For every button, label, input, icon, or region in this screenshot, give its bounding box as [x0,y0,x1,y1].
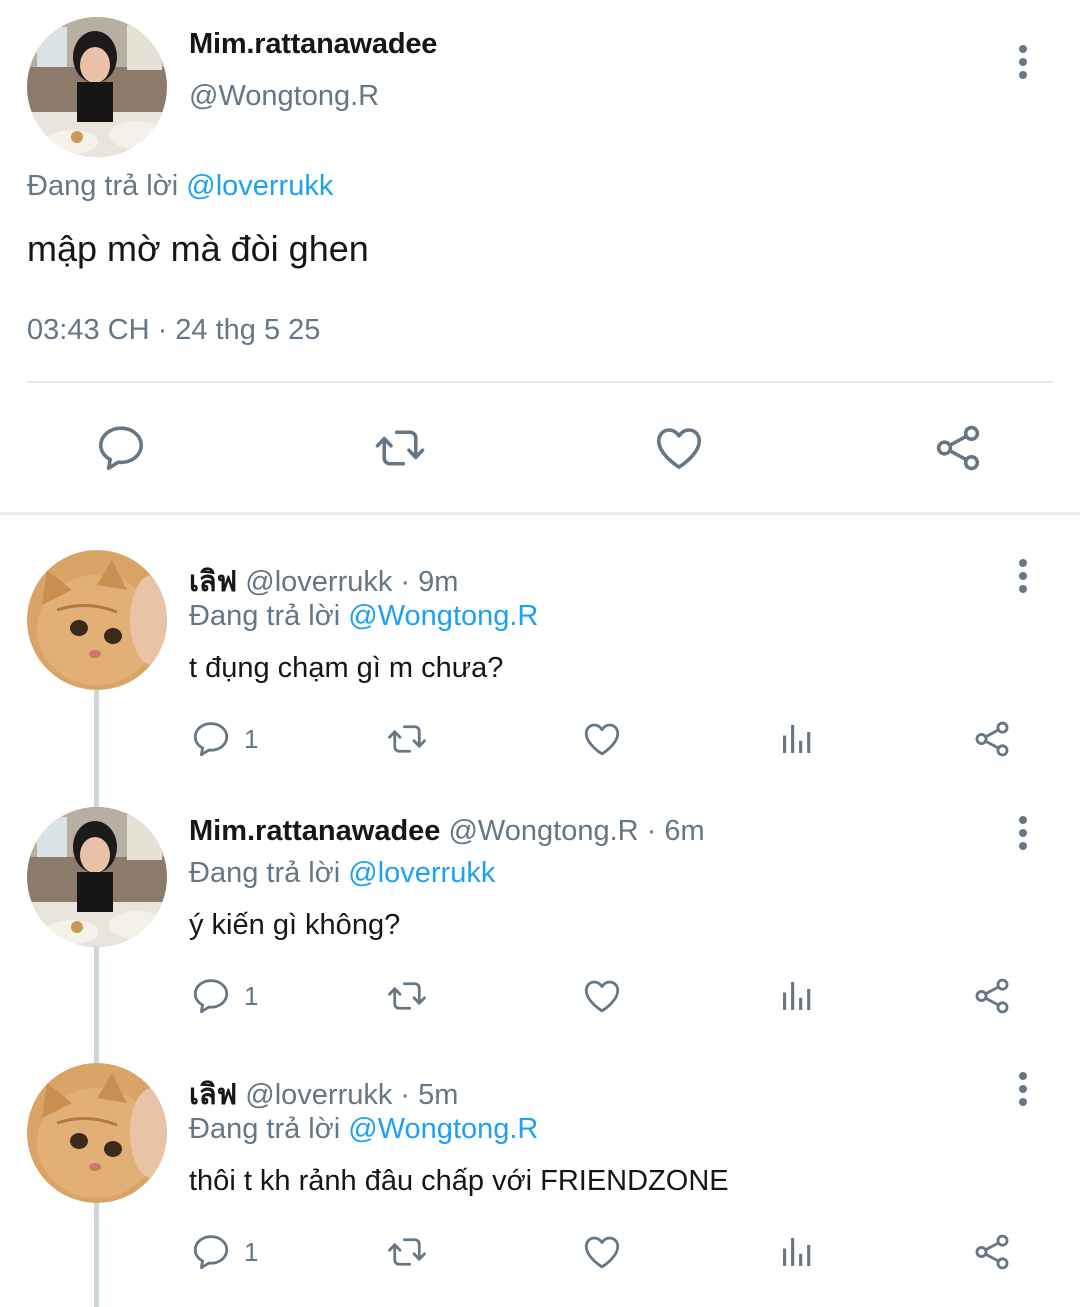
share-icon [971,975,1013,1017]
analytics-button[interactable] [776,1229,818,1275]
reply-meta: Mim.rattanawadee @Wongtong.R · 6m [189,815,705,848]
reply-count: 1 [244,980,259,1011]
like-icon [652,421,706,475]
more-options-icon[interactable] [1008,813,1038,853]
more-options-icon[interactable] [1008,1069,1038,1109]
divider [27,381,1053,383]
reply-action-bar: 1 [0,716,1080,762]
reply-button[interactable]: 1 [190,1229,258,1275]
replying-to-line: Đang trả lời @Wongtong.R [189,1113,538,1146]
reply-display-name[interactable]: เลิฟ [189,1079,237,1111]
reply-button[interactable] [88,415,154,481]
replying-to-mention[interactable]: @loverrukk [348,857,495,889]
replying-prefix: Đang trả lời [189,600,341,632]
reply-tweet[interactable]: เลิฟ @loverrukk · 9m Đang trả lời @Wongt… [0,550,1080,800]
analytics-icon [776,718,818,760]
analytics-button[interactable] [776,973,818,1019]
replying-to-mention[interactable]: @Wongtong.R [348,600,538,632]
reply-text: ý kiến gì không? [189,909,401,941]
share-button[interactable] [971,716,1013,762]
more-options-icon[interactable] [1008,42,1038,82]
retweet-button[interactable] [386,716,428,762]
replying-to-line: Đang trả lời @loverrukk [189,857,495,890]
author-display-name[interactable]: Mim.rattanawadee [189,28,437,61]
like-button[interactable] [646,415,712,481]
replying-to-line: Đang trả lời @loverrukk [27,170,333,203]
reply-meta: เลิฟ @loverrukk · 9m [189,558,458,604]
reply-action-bar: 1 [0,1229,1080,1275]
share-icon [931,421,985,475]
retweet-icon [386,975,428,1017]
retweet-icon [386,1231,428,1273]
share-icon [971,718,1013,760]
section-divider [0,512,1080,515]
replying-prefix: Đang trả lời [189,1113,341,1145]
replying-to-mention[interactable]: @loverrukk [186,170,333,202]
like-icon [581,1231,623,1273]
reply-tweet[interactable]: เลิฟ @loverrukk · 5m Đang trả lời @Wongt… [0,1063,1080,1307]
reply-button[interactable]: 1 [190,973,258,1019]
reply-icon [190,1231,232,1273]
reply-avatar[interactable] [27,1063,167,1203]
like-button[interactable] [581,973,623,1019]
reply-handle-time[interactable]: @loverrukk · 5m [245,1079,458,1111]
reply-avatar[interactable] [27,550,167,690]
reply-count: 1 [244,1236,259,1267]
reply-display-name[interactable]: เลิฟ [189,566,237,598]
replying-to-mention[interactable]: @Wongtong.R [348,1113,538,1145]
reply-text: t đụng chạm gì m chưa? [189,652,504,684]
more-options-icon[interactable] [1008,556,1038,596]
like-button[interactable] [581,1229,623,1275]
replying-to-line: Đang trả lời @Wongtong.R [189,600,538,633]
reply-action-bar: 1 [0,973,1080,1019]
replying-prefix: Đang trả lời [27,170,179,202]
reply-count: 1 [244,723,259,754]
share-icon [971,1231,1013,1273]
main-action-bar [0,415,1080,481]
reply-handle-time[interactable]: @Wongtong.R · 6m [448,815,704,847]
author-handle[interactable]: @Wongtong.R [189,80,379,113]
analytics-icon [776,1231,818,1273]
reply-icon [94,421,148,475]
like-icon [581,718,623,760]
reply-text: thôi t kh rảnh đâu chấp với FRIENDZONE [189,1165,729,1197]
tweet-timestamp[interactable]: 03:43 CH · 24 thg 5 25 [27,314,320,347]
author-avatar[interactable] [27,17,167,157]
reply-button[interactable]: 1 [190,716,258,762]
share-button[interactable] [925,415,991,481]
reply-tweet[interactable]: Mim.rattanawadee @Wongtong.R · 6m Đang t… [0,807,1080,1057]
analytics-button[interactable] [776,716,818,762]
reply-display-name[interactable]: Mim.rattanawadee [189,815,440,847]
retweet-button[interactable] [367,415,433,481]
retweet-button[interactable] [386,973,428,1019]
reply-avatar[interactable] [27,807,167,947]
reply-icon [190,718,232,760]
like-icon [581,975,623,1017]
analytics-icon [776,975,818,1017]
tweet-text: mập mờ mà đòi ghen [27,228,369,269]
reply-icon [190,975,232,1017]
retweet-icon [386,718,428,760]
share-button[interactable] [971,973,1013,1019]
reply-meta: เลิฟ @loverrukk · 5m [189,1071,458,1117]
like-button[interactable] [581,716,623,762]
retweet-button[interactable] [386,1229,428,1275]
retweet-icon [373,421,427,475]
reply-handle-time[interactable]: @loverrukk · 9m [245,566,458,598]
replying-prefix: Đang trả lời [189,857,341,889]
share-button[interactable] [971,1229,1013,1275]
